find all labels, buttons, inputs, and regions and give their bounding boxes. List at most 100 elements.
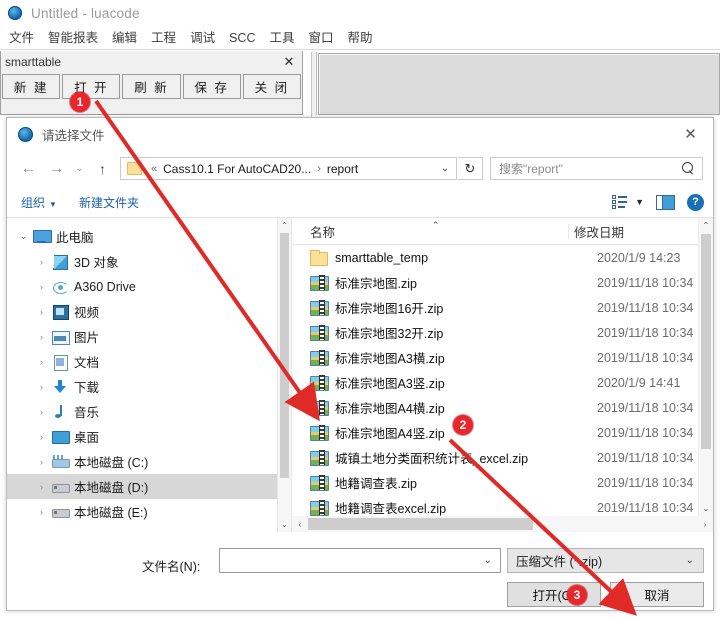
help-icon[interactable]: ? bbox=[687, 193, 704, 211]
chevron-down-icon[interactable]: ⌄ bbox=[686, 555, 694, 566]
tree-vertical-scrollbar[interactable]: ⌃ ⌄ bbox=[277, 218, 291, 532]
sidebar-item-pictures[interactable]: › 图片 bbox=[7, 324, 277, 349]
sidebar-item-3d-objects[interactable]: › 3D 对象 bbox=[7, 249, 277, 274]
scrollbar-thumb[interactable] bbox=[701, 234, 711, 449]
scrollbar-thumb[interactable] bbox=[280, 233, 289, 478]
chevron-down-icon[interactable]: ▼ bbox=[635, 197, 644, 207]
dialog-close-icon[interactable]: ✕ bbox=[668, 119, 713, 150]
chevron-right-icon[interactable]: › bbox=[33, 307, 50, 317]
menu-item-file[interactable]: 文件 bbox=[0, 27, 41, 49]
sidebar-item-downloads[interactable]: › 下载 bbox=[7, 374, 277, 399]
chevron-right-icon[interactable]: › bbox=[33, 357, 50, 367]
chevron-right-icon[interactable]: › bbox=[33, 282, 50, 292]
list-item[interactable]: 标准宗地图A3竖.zip 2020/1/9 14:41 bbox=[292, 370, 698, 395]
close-icon[interactable]: ✕ bbox=[278, 53, 300, 71]
menu-item-project[interactable]: 工程 bbox=[144, 27, 183, 49]
organize-button[interactable]: 组织 ▼ bbox=[21, 194, 57, 211]
chevron-right-icon[interactable]: › bbox=[33, 432, 50, 442]
new-folder-button[interactable]: 新建文件夹 bbox=[79, 194, 139, 211]
sidebar-item-desktop[interactable]: › 桌面 bbox=[7, 424, 277, 449]
chevron-right-icon[interactable]: › bbox=[33, 457, 50, 467]
annotation-badge-2: 2 bbox=[453, 415, 473, 435]
scroll-right-icon[interactable]: › bbox=[697, 520, 713, 529]
list-item[interactable]: 城镇土地分类面积统计表_excel.zip 2019/11/18 10:34 bbox=[292, 445, 698, 470]
cancel-button[interactable]: 取消 bbox=[610, 582, 704, 607]
menu-item-debug[interactable]: 调试 bbox=[183, 27, 222, 49]
scroll-up-icon[interactable]: ⌃ bbox=[278, 218, 291, 233]
chevron-right-icon[interactable]: › bbox=[33, 482, 50, 492]
chevron-right-icon[interactable]: › bbox=[33, 257, 50, 267]
filetype-select[interactable]: 压缩文件 (*.zip) ⌄ bbox=[507, 548, 704, 573]
file-date: 2020/1/9 14:41 bbox=[597, 375, 681, 390]
file-list-rows: smarttable_temp 2020/1/9 14:23 标准宗地图.zip… bbox=[292, 245, 698, 516]
list-item[interactable]: 标准宗地图.zip 2019/11/18 10:34 bbox=[292, 270, 698, 295]
sidebar-item-disk-e[interactable]: › 本地磁盘 (E:) bbox=[7, 499, 277, 524]
chevron-right-icon[interactable]: › bbox=[33, 382, 50, 392]
disk-c-icon bbox=[50, 453, 70, 471]
list-item[interactable]: 标准宗地图16开.zip 2019/11/18 10:34 bbox=[292, 295, 698, 320]
sidebar-item-disk-d[interactable]: › 本地磁盘 (D:) bbox=[7, 474, 277, 499]
scroll-down-icon[interactable]: ⌄ bbox=[278, 517, 291, 532]
list-item[interactable]: 地籍调查表.zip 2019/11/18 10:34 bbox=[292, 470, 698, 495]
filename-input[interactable]: ⌄ bbox=[219, 548, 501, 573]
menu-item-tools[interactable]: 工具 bbox=[262, 27, 301, 49]
host-panel-scrollbar[interactable] bbox=[312, 52, 317, 115]
menu-item-smartreport[interactable]: 智能报表 bbox=[41, 27, 105, 49]
sidebar-item-disk-c[interactable]: › 本地磁盘 (C:) bbox=[7, 449, 277, 474]
view-list-icon[interactable] bbox=[612, 195, 628, 209]
column-divider[interactable] bbox=[568, 224, 569, 239]
list-item[interactable]: 地籍调查表excel.zip 2019/11/18 10:34 bbox=[292, 495, 698, 516]
scroll-down-icon[interactable]: ⌄ bbox=[699, 501, 713, 516]
sidebar-item-documents[interactable]: › 文档 bbox=[7, 349, 277, 374]
breadcrumb-segment-1[interactable]: Cass10.1 For AutoCAD20... bbox=[161, 162, 313, 176]
chevron-down-icon[interactable]: ⌄ bbox=[15, 231, 32, 242]
list-item[interactable]: 标准宗地图A4竖.zip 2019/11/18 10:34 bbox=[292, 420, 698, 445]
address-overflow-icon[interactable]: « bbox=[147, 163, 161, 175]
file-list-horizontal-scrollbar[interactable]: ‹ › bbox=[292, 516, 713, 532]
scroll-left-icon[interactable]: ‹ bbox=[292, 520, 308, 529]
menu-item-scc[interactable]: SCC bbox=[222, 27, 262, 49]
chevron-down-icon[interactable]: ⌄ bbox=[484, 555, 492, 566]
chevron-right-icon[interactable]: › bbox=[33, 407, 50, 417]
refresh-icon[interactable]: ↻ bbox=[458, 157, 483, 180]
scrollbar-thumb[interactable] bbox=[308, 518, 533, 530]
sidebar-item-a360-drive[interactable]: › A360 Drive bbox=[7, 274, 277, 299]
column-header-name[interactable]: 名称 bbox=[292, 222, 568, 241]
list-item[interactable]: smarttable_temp 2020/1/9 14:23 bbox=[292, 245, 698, 270]
refresh-button[interactable]: 刷 新 bbox=[122, 74, 181, 99]
back-icon[interactable]: ← bbox=[15, 156, 42, 182]
up-icon[interactable]: ↑ bbox=[89, 156, 116, 182]
sidebar-item-videos[interactable]: › 视频 bbox=[7, 299, 277, 324]
chevron-right-icon[interactable]: › bbox=[33, 332, 50, 342]
chevron-right-icon[interactable]: › bbox=[33, 507, 50, 517]
column-header-date[interactable]: 修改日期 bbox=[568, 222, 698, 241]
list-item[interactable]: 标准宗地图A3横.zip 2019/11/18 10:34 bbox=[292, 345, 698, 370]
sidebar-item-this-pc[interactable]: ⌄ 此电脑 bbox=[7, 224, 277, 249]
view-controls: ▼ ? bbox=[612, 193, 704, 211]
address-bar[interactable]: « Cass10.1 For AutoCAD20... › report ⌄ bbox=[120, 157, 457, 180]
menu-item-window[interactable]: 窗口 bbox=[302, 27, 341, 49]
close-button[interactable]: 关 闭 bbox=[242, 74, 302, 99]
list-item[interactable]: 标准宗地图A4横.zip 2019/11/18 10:34 bbox=[292, 395, 698, 420]
list-item[interactable]: 标准宗地图32开.zip 2019/11/18 10:34 bbox=[292, 320, 698, 345]
sidebar-item-music[interactable]: › 音乐 bbox=[7, 399, 277, 424]
file-date: 2019/11/18 10:34 bbox=[597, 325, 694, 340]
zip-icon bbox=[310, 375, 329, 391]
chevron-down-icon[interactable]: ⌄ bbox=[434, 158, 456, 179]
breadcrumb-segment-2[interactable]: report bbox=[325, 162, 360, 176]
menu-item-edit[interactable]: 编辑 bbox=[105, 27, 144, 49]
file-list-vertical-scrollbar[interactable]: ⌃ ⌄ bbox=[698, 218, 713, 516]
save-button[interactable]: 保 存 bbox=[182, 74, 241, 99]
menu-item-help[interactable]: 帮助 bbox=[341, 27, 380, 49]
dialog-navbar: ← → ⌄ ↑ « Cass10.1 For AutoCAD20... › re… bbox=[7, 150, 713, 187]
preview-pane-icon[interactable] bbox=[656, 194, 675, 210]
search-box[interactable]: 搜索"report" bbox=[490, 157, 703, 180]
search-input[interactable]: 搜索"report" bbox=[491, 160, 563, 177]
forward-icon[interactable]: → bbox=[43, 156, 70, 182]
recent-locations-icon[interactable]: ⌄ bbox=[71, 156, 88, 182]
zip-icon bbox=[310, 350, 329, 366]
new-button[interactable]: 新 建 bbox=[2, 74, 61, 99]
sidebar-item-label: 3D 对象 bbox=[74, 256, 119, 270]
scroll-up-icon[interactable]: ⌃ bbox=[699, 218, 713, 233]
file-name: smarttable_temp bbox=[335, 250, 429, 265]
